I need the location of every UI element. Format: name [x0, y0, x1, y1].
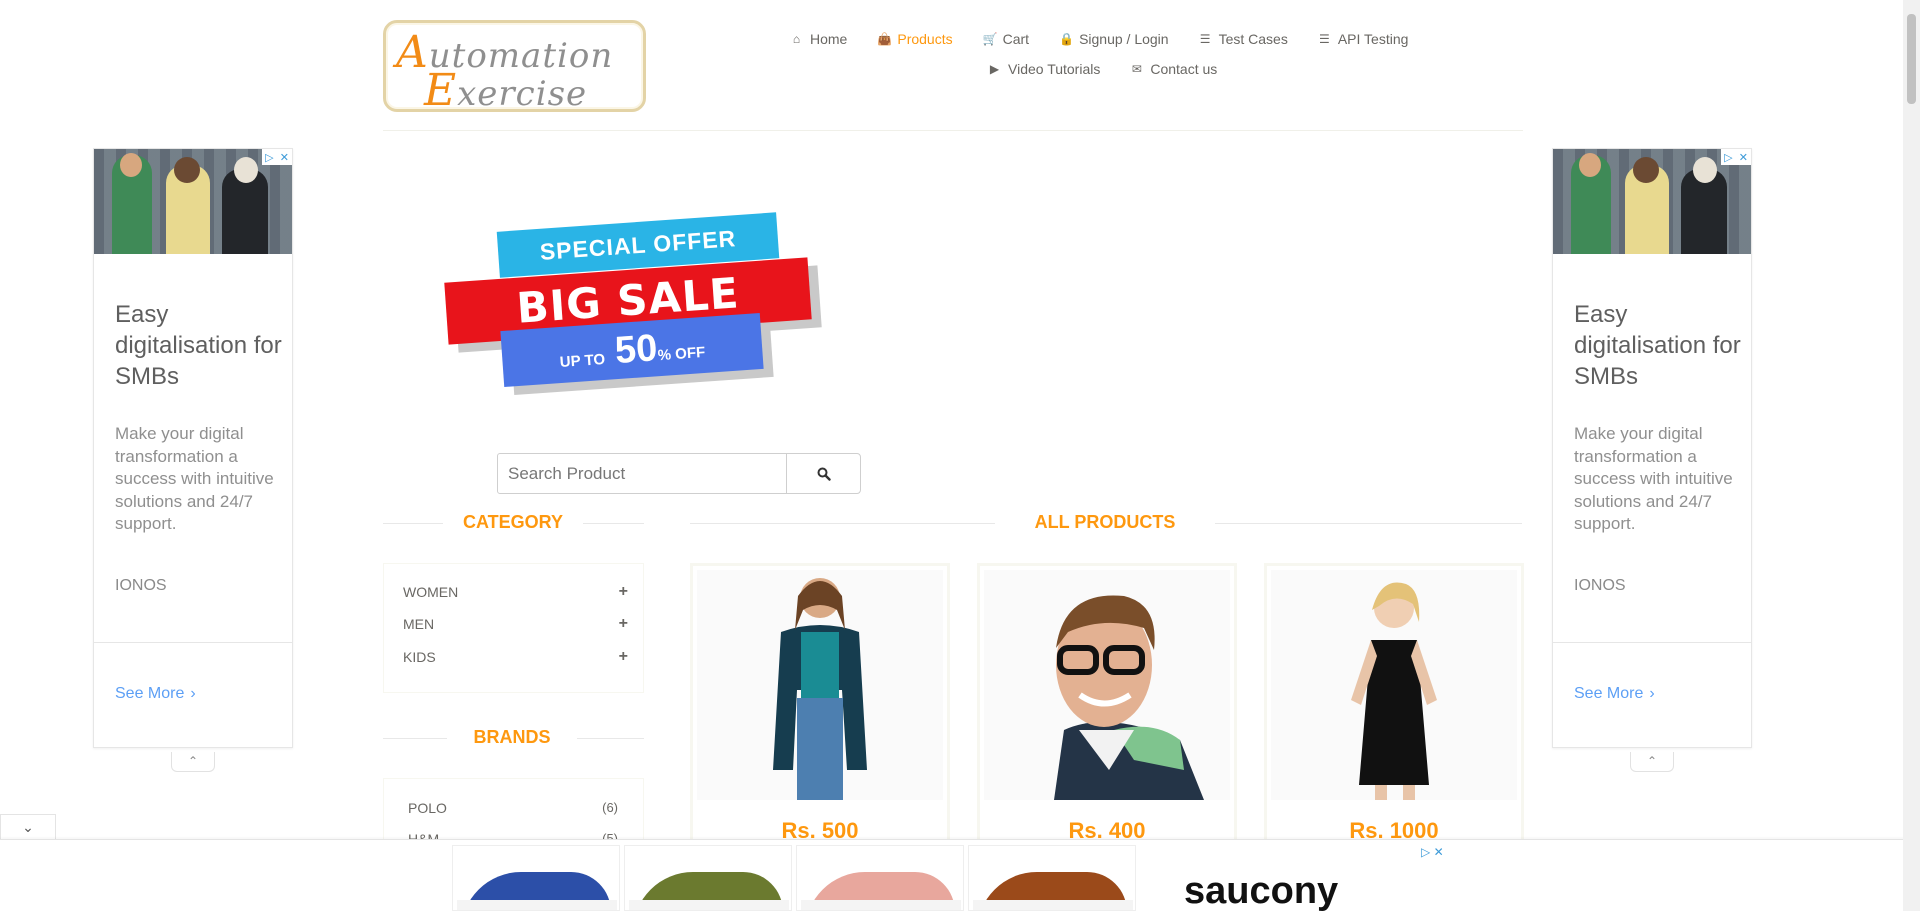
brand-polo[interactable]: POLO (6)	[408, 800, 618, 816]
ad-divider	[1553, 642, 1751, 643]
brands-title: BRANDS	[473, 727, 551, 747]
logo-line-2: Exercise	[424, 65, 588, 116]
youtube-play-icon: ▶	[989, 62, 1000, 76]
left-side-ad[interactable]: ▷ ✕ Easy digitalisation for SMBs Make you…	[93, 148, 293, 748]
ad-body: Make your digital transformation a succe…	[115, 424, 274, 533]
ad-image[interactable]: ▷ ✕	[94, 149, 292, 254]
adchoices-icon[interactable]: ▷	[265, 151, 273, 164]
nav-test-cases[interactable]: ☰ Test Cases	[1199, 31, 1288, 47]
ad-brand: IONOS	[1574, 577, 1626, 594]
product-card[interactable]: Rs. 500	[690, 563, 950, 853]
product-card[interactable]: Rs. 1000	[1264, 563, 1524, 853]
nav-contact-us[interactable]: ✉ Contact us	[1130, 61, 1217, 77]
ad-title[interactable]: Easy digitalisation for SMBs	[115, 299, 285, 392]
left-ad-collapse-button[interactable]: ⌃	[171, 752, 215, 772]
ad-image[interactable]: ▷ ✕	[1553, 149, 1751, 254]
nav-signup-login[interactable]: 🔒 Signup / Login	[1059, 31, 1169, 47]
nav-api-testing[interactable]: ☰ API Testing	[1318, 31, 1408, 47]
home-icon: ⌂	[792, 32, 801, 46]
product-image[interactable]	[697, 570, 943, 800]
brands-title-line-left	[383, 738, 447, 739]
ad-see-more-link[interactable]: See More ›	[115, 685, 196, 703]
chevron-up-icon: ⌃	[187, 754, 199, 768]
product-image[interactable]	[984, 570, 1230, 800]
ad-divider	[94, 642, 292, 643]
chevron-right-icon: ›	[1649, 685, 1655, 702]
header-divider	[383, 130, 1523, 131]
brands-title-line-right	[577, 738, 644, 739]
chevron-right-icon: ›	[190, 685, 196, 702]
nav-cart[interactable]: 🛒 Cart	[983, 31, 1029, 47]
category-title-line-left	[383, 523, 443, 524]
plus-icon[interactable]: +	[619, 615, 628, 633]
nav-products[interactable]: 👜 Products	[877, 31, 952, 47]
right-side-ad[interactable]: ▷ ✕ Easy digitalisation for SMBs Make you…	[1552, 148, 1752, 748]
category-panel: WOMEN + MEN + KIDS +	[383, 563, 644, 693]
ad-close-icon[interactable]: ▷ ✕	[1721, 149, 1751, 165]
ad-shoe-image[interactable]	[624, 845, 792, 911]
right-ad-collapse-button[interactable]: ⌃	[1630, 752, 1674, 772]
ad-brand: IONOS	[115, 577, 167, 594]
page-scrollbar[interactable]	[1903, 0, 1920, 911]
category-kids[interactable]: KIDS +	[403, 648, 628, 666]
site-logo[interactable]: Automation Exercise	[383, 20, 646, 116]
category-title-line-right	[583, 523, 644, 524]
category-title: CATEGORY	[462, 512, 563, 532]
cart-icon: 🛒	[982, 32, 998, 46]
ad-body: Make your digital transformation a succe…	[1574, 424, 1733, 533]
products-title-line-right	[1215, 523, 1522, 524]
lock-icon: 🔒	[1059, 32, 1075, 46]
search-icon	[817, 467, 831, 481]
list-icon: ☰	[1318, 32, 1330, 46]
plus-icon[interactable]: +	[619, 583, 628, 601]
product-image[interactable]	[1271, 570, 1517, 800]
ad-title[interactable]: Easy digitalisation for SMBs	[1574, 299, 1744, 392]
category-men[interactable]: MEN +	[403, 615, 628, 633]
chevron-down-icon: ⌄	[22, 819, 34, 835]
nav-home[interactable]: ⌂ Home	[790, 31, 847, 47]
products-title-line-left	[690, 523, 995, 524]
search-button[interactable]	[786, 453, 861, 494]
list-icon: ☰	[1199, 32, 1211, 46]
search-product-input[interactable]	[497, 453, 787, 494]
plus-icon[interactable]: +	[619, 648, 628, 666]
shopping-bag-icon: 👜	[877, 32, 893, 46]
scrollbar-thumb[interactable]	[1907, 14, 1916, 104]
adchoices-icon[interactable]: ▷	[1724, 151, 1732, 164]
product-card[interactable]: Rs. 400	[977, 563, 1237, 853]
ad-close-icon[interactable]: ▷ ✕	[262, 149, 292, 165]
ad-brand-logo[interactable]: saucony	[1184, 870, 1338, 911]
ad-shoe-image[interactable]	[796, 845, 964, 911]
ad-see-more-link[interactable]: See More ›	[1574, 685, 1655, 703]
category-women[interactable]: WOMEN +	[403, 583, 628, 601]
nav-video-tutorials[interactable]: ▶ Video Tutorials	[988, 61, 1100, 77]
all-products-title: ALL PRODUCTS	[1034, 512, 1176, 532]
ad-shoe-image[interactable]	[968, 845, 1136, 911]
ad-close-icon[interactable]: ▷ ✕	[1421, 845, 1444, 859]
ad-shoe-image[interactable]	[452, 845, 620, 911]
chevron-up-icon: ⌃	[1646, 754, 1658, 768]
sale-banner: SPECIAL OFFER BIG SALE UP TO 50% OFF	[432, 210, 832, 396]
bottom-ad-collapse-button[interactable]: ⌄	[0, 814, 56, 840]
envelope-icon: ✉	[1131, 62, 1142, 76]
